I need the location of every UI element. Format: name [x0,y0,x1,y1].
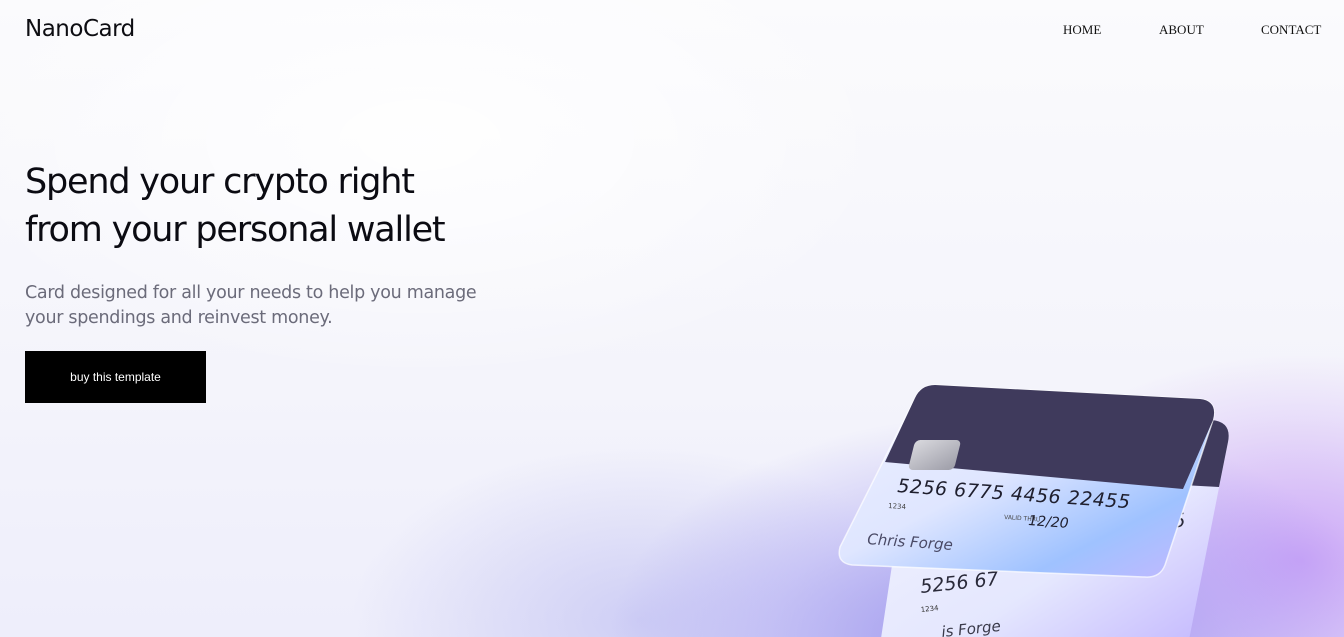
hero-title-line2: from your personal wallet [25,210,446,250]
hero-subtitle-line2: your spendings and reinvest money. [25,308,333,328]
nav-about[interactable]: ABOUT [1159,22,1204,38]
nav-contact[interactable]: CONTACT [1261,22,1321,38]
hero-title: Spend your crypto right from your person… [25,158,545,254]
brand-logo[interactable]: NanoCard [25,16,135,42]
hero-subtitle-line1: Card designed for all your needs to help… [25,283,477,303]
nav-home[interactable]: HOME [1063,22,1101,38]
buy-template-button[interactable]: buy this template [25,351,206,403]
hero-title-line1: Spend your crypto right [25,162,415,202]
hero-subtitle: Card designed for all your needs to help… [25,281,505,331]
